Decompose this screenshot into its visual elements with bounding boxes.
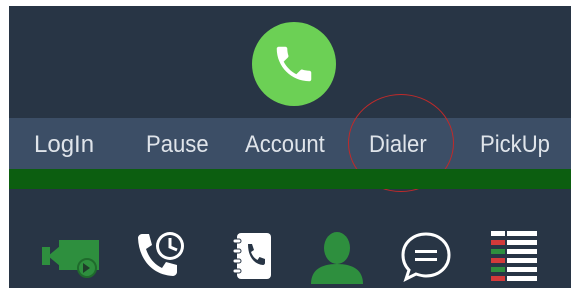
toolbar bbox=[9, 208, 571, 288]
chat-button[interactable] bbox=[396, 226, 456, 286]
status-bar bbox=[9, 169, 571, 189]
call-button[interactable] bbox=[252, 22, 336, 106]
video-call-icon bbox=[42, 240, 99, 278]
menu-item-pause[interactable]: Pause bbox=[146, 118, 209, 172]
user-icon bbox=[311, 232, 363, 284]
softphone-window: LogIn Pause Account Dialer PickUp bbox=[9, 6, 571, 288]
user-button[interactable] bbox=[307, 226, 367, 286]
softphone-app: LogIn Pause Account Dialer PickUp bbox=[0, 0, 571, 291]
phone-icon bbox=[276, 46, 312, 82]
contacts-book-icon bbox=[232, 233, 271, 279]
call-area bbox=[9, 6, 571, 118]
menu-item-pickup[interactable]: PickUp bbox=[480, 118, 550, 172]
contacts-button[interactable] bbox=[223, 226, 283, 286]
queue-button[interactable] bbox=[485, 226, 545, 286]
queue-list-icon bbox=[491, 231, 537, 281]
call-history-button[interactable] bbox=[130, 226, 190, 286]
chat-icon bbox=[401, 232, 451, 282]
menu-item-login[interactable]: LogIn bbox=[34, 118, 94, 172]
menu-item-dialer[interactable]: Dialer bbox=[369, 118, 427, 172]
menu-bar: LogIn Pause Account Dialer PickUp bbox=[9, 118, 571, 172]
video-call-button[interactable] bbox=[42, 226, 102, 286]
menu-item-account[interactable]: Account bbox=[245, 118, 325, 172]
call-history-icon bbox=[138, 232, 184, 276]
